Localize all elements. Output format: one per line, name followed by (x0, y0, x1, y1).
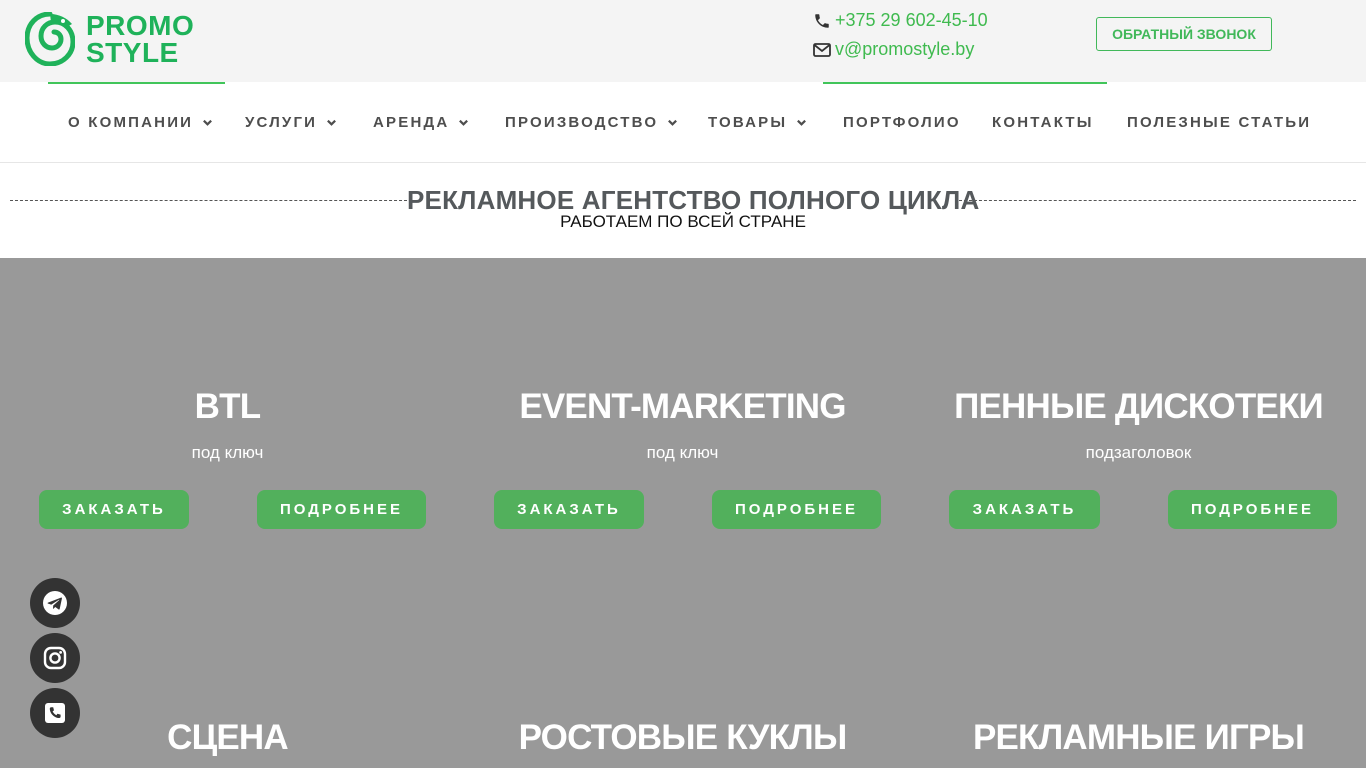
divider-line (959, 200, 1356, 201)
nav-item-label: АРЕНДА (373, 113, 450, 131)
order-button[interactable]: ЗАКАЗАТЬ (949, 490, 1100, 529)
nav-item-production[interactable]: ПРОИЗВОДСТВО (505, 82, 678, 162)
instagram-icon (43, 646, 67, 670)
service-title: BTL (194, 387, 261, 426)
nav-item-label: УСЛУГИ (245, 113, 318, 131)
main-nav: О КОМПАНИИ УСЛУГИ АРЕНДА ПРОИЗВОДСТВО ТО… (0, 82, 1366, 163)
nav-item-services[interactable]: УСЛУГИ (245, 82, 337, 162)
service-subtitle: под ключ (191, 443, 264, 462)
service-card-btl: BTL под ключ (0, 387, 455, 463)
logo-line-2: STYLE (86, 37, 179, 68)
email-row: v@promostyle.by (812, 35, 1072, 64)
service-title: ПЕННЫЕ ДИСКОТЕКИ (954, 387, 1324, 426)
nav-item-rent[interactable]: АРЕНДА (373, 82, 469, 162)
service-subtitle: под ключ (646, 443, 719, 462)
divider-line (10, 200, 407, 201)
nav-item-goods[interactable]: ТОВАРЫ (708, 82, 807, 162)
service-title: РОСТОВЫЕ КУКЛЫ (518, 718, 848, 757)
page-subtitle: РАБОТАЕМ ПО ВСЕЙ СТРАНЕ (560, 212, 806, 231)
top-bar: PROMO STYLE +375 29 602-45-10 v@promosty… (0, 0, 1366, 82)
heading-section: РЕКЛАМНОЕ АГЕНТСТВО ПОЛНОГО ЦИКЛА РАБОТА… (0, 163, 1366, 258)
instagram-button[interactable] (30, 633, 80, 683)
service-card-event-marketing: EVENT-MARKETING под ключ (455, 387, 910, 463)
email-link[interactable]: v@promostyle.by (835, 39, 974, 60)
chameleon-logo-icon (25, 12, 75, 66)
nav-item-label: О КОМПАНИИ (68, 113, 194, 131)
nav-item-contacts[interactable]: КОНТАКТЫ (992, 82, 1094, 162)
nav-item-label: ПОЛЕЗНЫЕ СТАТЬИ (1127, 113, 1312, 131)
chevron-down-icon (797, 119, 807, 126)
more-button[interactable]: ПОДРОБНЕЕ (1168, 490, 1337, 529)
service-subtitle: подзаголовок (1085, 443, 1192, 462)
logo[interactable]: PROMO STYLE (25, 11, 215, 67)
chevron-down-icon (203, 119, 213, 126)
contacts: +375 29 602-45-10 v@promostyle.by (812, 6, 1072, 64)
envelope-icon (812, 40, 832, 60)
nav-item-portfolio[interactable]: ПОРТФОЛИО (843, 82, 961, 162)
chevron-down-icon (668, 119, 678, 126)
logo-line-1: PROMO (86, 10, 195, 41)
services-grid: BTL под ключ ЗАКАЗАТЬ ПОДРОБНЕЕ EVENT-MA… (0, 258, 1366, 768)
phone-square-button[interactable] (30, 688, 80, 738)
callback-button[interactable]: ОБРАТНЫЙ ЗВОНОК (1096, 17, 1272, 51)
nav-item-about[interactable]: О КОМПАНИИ (68, 82, 213, 162)
phone-icon (812, 11, 832, 31)
service-card-promo-games: РЕКЛАМНЫЕ ИГРЫ (911, 718, 1366, 758)
service-title: EVENT-MARKETING (519, 387, 846, 426)
nav-item-articles[interactable]: ПОЛЕЗНЫЕ СТАТЬИ (1127, 82, 1311, 162)
phone-row: +375 29 602-45-10 (812, 6, 1072, 35)
nav-item-label: ПРОИЗВОДСТВО (505, 113, 659, 131)
service-card-mascots: РОСТОВЫЕ КУКЛЫ (455, 718, 910, 758)
chevron-down-icon (459, 119, 469, 126)
telegram-icon (43, 591, 67, 615)
telegram-button[interactable] (30, 578, 80, 628)
nav-item-label: ТОВАРЫ (708, 113, 788, 131)
service-card-foam-disco: ПЕННЫЕ ДИСКОТЕКИ подзаголовок (911, 387, 1366, 463)
order-button[interactable]: ЗАКАЗАТЬ (494, 490, 644, 529)
phone-link[interactable]: +375 29 602-45-10 (835, 10, 988, 31)
order-button[interactable]: ЗАКАЗАТЬ (39, 490, 189, 529)
service-title: РЕКЛАМНЫЕ ИГРЫ (972, 718, 1305, 757)
chevron-down-icon (327, 119, 337, 126)
nav-item-label: ПОРТФОЛИО (843, 113, 961, 131)
more-button[interactable]: ПОДРОБНЕЕ (257, 490, 426, 529)
nav-item-label: КОНТАКТЫ (992, 113, 1094, 131)
phone-square-icon (45, 703, 65, 723)
more-button[interactable]: ПОДРОБНЕЕ (712, 490, 881, 529)
logo-text: PROMO STYLE (86, 10, 195, 68)
